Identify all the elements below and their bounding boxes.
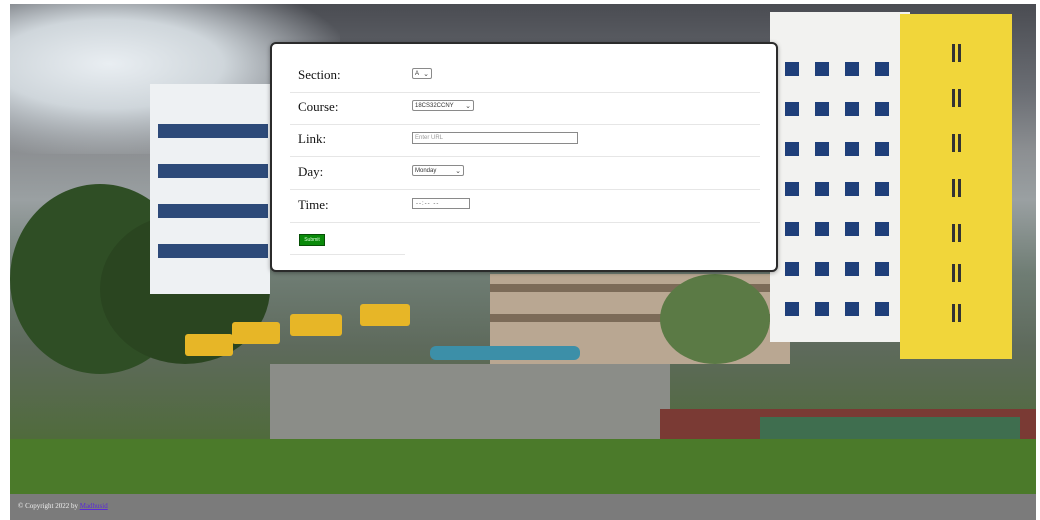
- section-value: A: [415, 70, 420, 77]
- link-placeholder: Enter URL: [415, 135, 444, 141]
- school-bus: [290, 314, 342, 336]
- time-value: --:-- --: [416, 200, 440, 207]
- section-row: Section: A ⌄: [290, 60, 760, 93]
- course-label: Course:: [298, 99, 339, 114]
- section-select[interactable]: A ⌄: [412, 68, 432, 79]
- building-yellow: [900, 14, 1012, 359]
- link-input[interactable]: Enter URL: [412, 132, 578, 144]
- course-row: Course: 18CS32CCNY ⌄: [290, 92, 760, 125]
- time-row: Time: --:-- --: [290, 190, 760, 223]
- time-label: Time:: [298, 197, 329, 212]
- tree: [660, 274, 770, 364]
- chevron-down-icon: ⌄: [465, 102, 471, 110]
- footer-copyright: © Copyright 2022 by Madhusid: [18, 502, 108, 510]
- pool: [430, 346, 580, 360]
- day-row: Day: Monday ⌄: [290, 157, 760, 190]
- copyright-text: © Copyright 2022 by: [18, 502, 78, 510]
- chevron-down-icon: ⌄: [423, 70, 429, 78]
- school-bus: [185, 334, 233, 356]
- link-row: Link: Enter URL: [290, 124, 760, 157]
- course-value: 18CS32CCNY: [415, 102, 454, 109]
- divider: [290, 254, 405, 255]
- chevron-down-icon: ⌄: [455, 167, 461, 175]
- day-label: Day:: [298, 164, 324, 179]
- building-right: [770, 12, 910, 342]
- lawn: [10, 439, 1036, 494]
- link-label: Link:: [298, 131, 327, 146]
- course-select[interactable]: 18CS32CCNY ⌄: [412, 100, 474, 111]
- footer: © Copyright 2022 by Madhusid: [10, 494, 1036, 520]
- building-left: [150, 84, 270, 294]
- school-bus: [232, 322, 280, 344]
- author-link[interactable]: Madhusid: [80, 502, 108, 510]
- class-link-form: Section: A ⌄ Course: 18CS32CCNY ⌄ Link: …: [270, 42, 778, 272]
- day-select[interactable]: Monday ⌄: [412, 165, 464, 176]
- submit-button[interactable]: Submit: [299, 234, 325, 246]
- section-label: Section:: [298, 67, 341, 82]
- day-value: Monday: [415, 167, 437, 174]
- time-input[interactable]: --:-- --: [412, 198, 470, 209]
- school-bus: [360, 304, 410, 326]
